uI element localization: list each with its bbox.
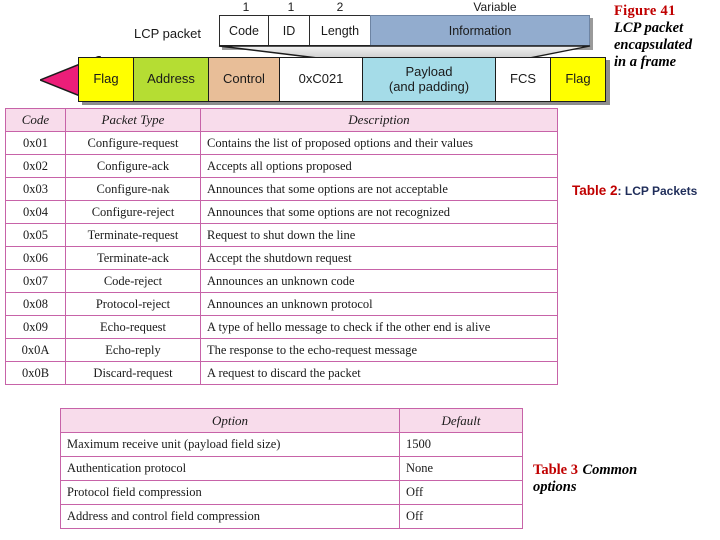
cell-description: A request to discard the packet (200, 361, 558, 385)
column-header-default: Default (399, 408, 523, 433)
cell-description: Contains the list of proposed options an… (200, 131, 558, 155)
lcp-packets-caption-body: : LCP Packets (617, 184, 698, 198)
cell-code: 0x07 (5, 269, 66, 293)
frame-field-flag-start: Flag (78, 57, 134, 102)
frame-field-fcs: FCS (495, 57, 551, 102)
lcp-packets-table: Code Packet Type Description 0x01 Config… (5, 108, 558, 385)
cell-code: 0x01 (5, 131, 66, 155)
cell-code: 0x0B (5, 361, 66, 385)
table-row: 0x01 Configure-request Contains the list… (5, 131, 558, 155)
lcp-row-shadow (222, 46, 593, 50)
lcp-field-length: Length (309, 15, 371, 46)
figure-caption-line1: LCP packet (614, 20, 684, 36)
size-label-information: Variable (473, 0, 517, 14)
cell-packet-type: Configure-nak (65, 177, 201, 201)
table-row: 0x03 Configure-nak Announces that some o… (5, 177, 558, 201)
table-row: 0x09 Echo-request A type of hello messag… (5, 315, 558, 339)
table-row: 0x0A Echo-reply The response to the echo… (5, 338, 558, 362)
cell-description: A type of hello message to check if the … (200, 315, 558, 339)
common-options-caption-line1: Common (582, 462, 638, 478)
cell-description: The response to the echo-request message (200, 338, 558, 362)
table-row: 0x08 Protocol-reject Announces an unknow… (5, 292, 558, 316)
cell-option: Maximum receive unit (payload field size… (60, 432, 400, 457)
cell-packet-type: Protocol-reject (65, 292, 201, 316)
cell-default: 1500 (399, 432, 523, 457)
cell-default: Off (399, 504, 523, 529)
cell-description: Announces that some options are not reco… (200, 200, 558, 224)
cell-description: Announces that some options are not acce… (200, 177, 558, 201)
table-header-row: Option Default (60, 408, 523, 433)
lcp-field-information: Information (370, 15, 590, 46)
cell-option: Authentication protocol (60, 456, 400, 481)
cell-default: None (399, 456, 523, 481)
frame-field-address: Address (133, 57, 209, 102)
cell-packet-type: Echo-reply (65, 338, 201, 362)
size-label-id: 1 (287, 0, 295, 14)
column-header-code: Code (5, 108, 66, 132)
common-options-caption-line2: options (533, 479, 577, 496)
cell-code: 0x0A (5, 338, 66, 362)
frame-field-flag-end: Flag (550, 57, 606, 102)
frame-field-payload-line2: (and padding) (388, 78, 470, 94)
cell-packet-type: Configure-request (65, 131, 201, 155)
table-row: 0x05 Terminate-request Request to shut d… (5, 223, 558, 247)
column-header-packet-type: Packet Type (65, 108, 201, 132)
cell-description: Announces an unknown code (200, 269, 558, 293)
common-options-caption-title: Table 3 (533, 462, 578, 478)
column-header-description: Description (200, 108, 558, 132)
cell-option: Address and control field compression (60, 504, 400, 529)
size-label-code: 1 (242, 0, 250, 14)
common-options-table-caption: Table 3 Common options (533, 461, 713, 497)
common-options-table: Option Default Maximum receive unit (pay… (60, 408, 523, 529)
cell-packet-type: Configure-reject (65, 200, 201, 224)
table-row: 0x04 Configure-reject Announces that som… (5, 200, 558, 224)
figure-caption: Figure 41 LCP packet encapsulated in a f… (614, 3, 720, 70)
figure-caption-line2: encapsulated (614, 36, 693, 53)
cell-code: 0x09 (5, 315, 66, 339)
lcp-packets-caption-title: Table 2 (572, 183, 618, 198)
size-label-length: 2 (336, 0, 344, 14)
lcp-encapsulation-diagram: 1 1 2 Variable LCP packet Code ID Length… (0, 0, 620, 106)
cell-packet-type: Echo-request (65, 315, 201, 339)
cell-description: Accepts all options proposed (200, 154, 558, 178)
frame-field-payload-line1: Payload (405, 63, 453, 79)
table-row: 0x02 Configure-ack Accepts all options p… (5, 154, 558, 178)
lcp-field-code: Code (219, 15, 269, 46)
table-header-row: Code Packet Type Description (5, 108, 558, 132)
frame-row-shadow-right (606, 60, 610, 105)
table-row: Protocol field compression Off (60, 480, 523, 505)
column-header-option: Option (60, 408, 400, 433)
lcp-field-id: ID (268, 15, 310, 46)
cell-description: Accept the shutdown request (200, 246, 558, 270)
lcp-packet-row-label: LCP packet (134, 26, 201, 41)
table-row: 0x06 Terminate-ack Accept the shutdown r… (5, 246, 558, 270)
cell-default: Off (399, 480, 523, 505)
cell-packet-type: Discard-request (65, 361, 201, 385)
cell-packet-type: Terminate-request (65, 223, 201, 247)
lcp-packets-table-caption: Table 2: LCP Packets (572, 182, 717, 200)
table-row: Authentication protocol None (60, 456, 523, 481)
cell-code: 0x05 (5, 223, 66, 247)
cell-code: 0x02 (5, 154, 66, 178)
cell-description: Request to shut down the line (200, 223, 558, 247)
frame-field-payload: Payload (and padding) (362, 57, 496, 102)
frame-field-control: Control (208, 57, 280, 102)
cell-code: 0x06 (5, 246, 66, 270)
cell-code: 0x08 (5, 292, 66, 316)
cell-packet-type: Code-reject (65, 269, 201, 293)
cell-description: Announces an unknown protocol (200, 292, 558, 316)
figure-caption-line3: in a frame (614, 53, 677, 70)
table-row: 0x0B Discard-request A request to discar… (5, 361, 558, 385)
cell-option: Protocol field compression (60, 480, 400, 505)
table-row: Address and control field compression Of… (60, 504, 523, 529)
cell-packet-type: Configure-ack (65, 154, 201, 178)
figure-caption-title: Figure 41 (614, 3, 676, 19)
frame-field-protocol: 0xC021 (279, 57, 363, 102)
table-row: Maximum receive unit (payload field size… (60, 432, 523, 457)
cell-code: 0x04 (5, 200, 66, 224)
cell-code: 0x03 (5, 177, 66, 201)
cell-packet-type: Terminate-ack (65, 246, 201, 270)
table-row: 0x07 Code-reject Announces an unknown co… (5, 269, 558, 293)
